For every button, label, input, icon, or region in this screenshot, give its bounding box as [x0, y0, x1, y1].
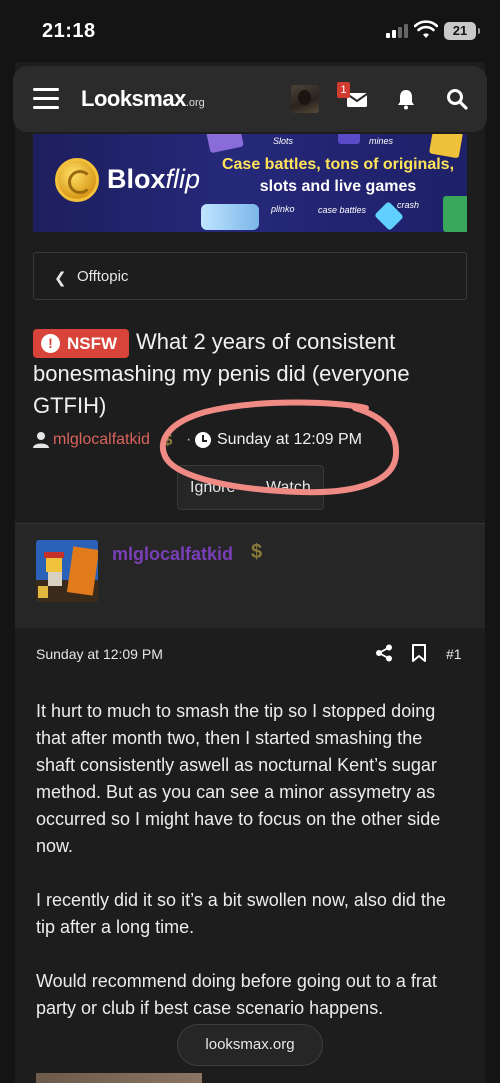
- post-body: It hurt to much to smash the tip so I st…: [36, 698, 464, 1049]
- breadcrumb-label: Offtopic: [77, 268, 129, 285]
- share-icon[interactable]: [375, 644, 393, 662]
- post-number-link[interactable]: #1: [446, 646, 462, 662]
- attachment-thumbnail[interactable]: [36, 1073, 202, 1083]
- bookmark-icon[interactable]: [411, 644, 427, 662]
- account-avatar[interactable]: [291, 85, 319, 113]
- battery-level: 21: [452, 23, 468, 38]
- mail-badge: 1: [337, 82, 350, 98]
- bloxflip-logo-icon: [55, 158, 99, 202]
- user-icon: [33, 432, 49, 448]
- status-bar: 21:18 21: [0, 0, 500, 62]
- breadcrumb[interactable]: ❮ Offtopic: [33, 252, 467, 300]
- banner-brand-first: Blox: [107, 164, 166, 194]
- cellular-signal-icon: [386, 24, 410, 38]
- banner-decoration: [338, 134, 360, 144]
- logo-suffix: .org: [185, 97, 205, 109]
- bloxflip-banner-ad[interactable]: Bloxflip Slots mines Case battles, tons …: [33, 134, 467, 232]
- site-header: Looksmax.org 1: [13, 66, 487, 132]
- status-time: 21:18: [42, 20, 96, 42]
- avatar-image: [36, 540, 98, 602]
- menu-icon[interactable]: [33, 88, 59, 110]
- banner-label-slots: Slots: [273, 136, 294, 146]
- banner-tagline-line2: slots and live games: [259, 178, 417, 195]
- banner-label-case-battles: case battles: [318, 205, 367, 215]
- thread-author-link[interactable]: mlglocalfatkid: [53, 431, 150, 449]
- wifi-icon: [414, 20, 438, 38]
- post-paragraph: It hurt to much to smash the tip so I st…: [36, 701, 441, 856]
- search-icon[interactable]: [445, 87, 469, 111]
- post-username-text: mlglocalfatkid: [112, 544, 234, 564]
- banner-decoration: [428, 134, 464, 159]
- banner-decoration: [443, 196, 467, 232]
- banner-label-plinko: plinko: [271, 204, 295, 214]
- chevron-left-icon: ❮: [54, 270, 67, 287]
- banner-tagline-line1: Case battles, tons of originals,: [221, 156, 455, 173]
- annotation-circle: [159, 399, 400, 496]
- banner-decoration: [206, 134, 244, 154]
- banner-brand-second: flip: [165, 164, 201, 194]
- post-paragraph: Would recommend doing before going out t…: [36, 971, 437, 1018]
- banner-label-mines: mines: [369, 136, 394, 146]
- site-logo[interactable]: Looksmax.org: [81, 86, 205, 112]
- banner-decoration: [201, 204, 259, 230]
- logo-main: Looksmax: [81, 86, 186, 111]
- post-user-avatar[interactable]: [36, 540, 98, 602]
- post-paragraph: I recently did it so it’s a bit swollen …: [36, 890, 446, 937]
- battery-icon: 21: [444, 22, 480, 40]
- post-date[interactable]: Sunday at 12:09 PM: [36, 646, 163, 662]
- banner-brand: Bloxflip: [107, 164, 200, 195]
- dollar-icon: $: [251, 541, 263, 563]
- bell-icon[interactable]: [394, 87, 418, 111]
- post-username[interactable]: mlglocalfatkid: [112, 544, 233, 565]
- browser-address-pill[interactable]: looksmax.org: [177, 1024, 323, 1066]
- banner-label-crash: crash: [397, 200, 420, 210]
